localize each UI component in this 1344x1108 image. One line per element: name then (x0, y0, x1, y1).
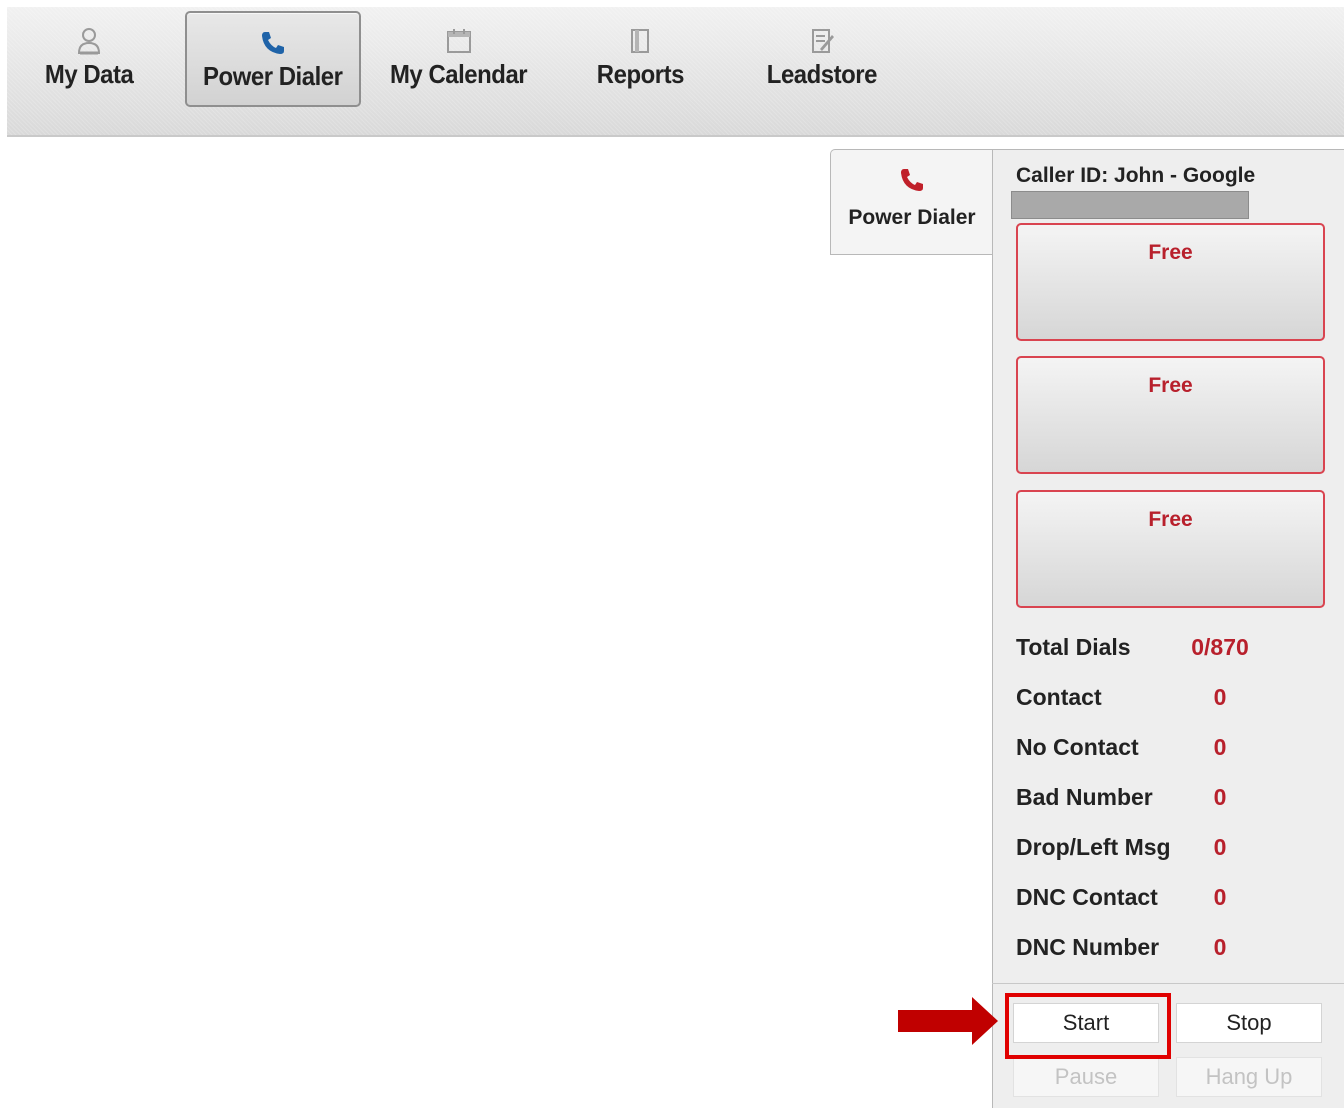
calendar-icon (445, 25, 473, 57)
stat-label-dnc-contact: DNC Contact (1016, 884, 1158, 910)
start-button-highlight (1005, 993, 1171, 1059)
stat-value-drop-left-msg: 0 (1213, 834, 1227, 860)
stat-label-drop-left-msg: Drop/Left Msg (1016, 834, 1171, 860)
line-status-1[interactable]: Free (1016, 223, 1325, 341)
caller-id-label: Caller ID: John - Google (1016, 164, 1256, 187)
leadstore-icon (808, 25, 836, 57)
stat-label-contact: Contact (1016, 684, 1102, 710)
nav-label: Leadstore (766, 59, 878, 89)
line-status-text: Free (1148, 508, 1193, 531)
stat-value-dnc-number: 0 (1213, 934, 1227, 960)
tab-label: Power Dialer (848, 206, 976, 229)
stat-value-dnc-contact: 0 (1213, 884, 1227, 910)
nav-label: My Calendar (390, 59, 528, 89)
arrow-right-icon (898, 997, 998, 1045)
tab-power-dialer[interactable]: Power Dialer (830, 149, 993, 255)
caller-id-redacted (1011, 191, 1249, 219)
line-status-3[interactable]: Free (1016, 490, 1325, 608)
hang-up-button[interactable]: Hang Up (1176, 1057, 1322, 1097)
top-navigation: My Data Power Dialer My Calendar Reports… (7, 7, 1344, 137)
stat-value-bad-number: 0 (1213, 784, 1227, 810)
nav-item-my-data[interactable]: My Data (15, 11, 163, 107)
nav-label: Power Dialer (203, 61, 343, 91)
phone-icon (898, 166, 926, 196)
pause-button[interactable]: Pause (1013, 1057, 1159, 1097)
phone-icon (259, 27, 287, 59)
stat-value-total-dials: 0/870 (1191, 634, 1249, 660)
line-status-2[interactable]: Free (1016, 356, 1325, 474)
stat-label-bad-number: Bad Number (1016, 784, 1153, 810)
nav-item-my-calendar[interactable]: My Calendar (379, 11, 539, 107)
divider (992, 983, 1344, 984)
nav-label: My Data (44, 59, 134, 89)
line-status-text: Free (1148, 241, 1193, 264)
stat-value-contact: 0 (1213, 684, 1227, 710)
line-status-text: Free (1148, 374, 1193, 397)
nav-label: Reports (596, 59, 684, 89)
nav-item-power-dialer[interactable]: Power Dialer (185, 11, 361, 107)
stat-label-dnc-number: DNC Number (1016, 934, 1160, 960)
nav-item-leadstore[interactable]: Leadstore (747, 11, 897, 107)
stat-label-no-contact: No Contact (1016, 734, 1139, 760)
report-icon (626, 25, 654, 57)
user-icon (76, 25, 102, 57)
nav-item-reports[interactable]: Reports (567, 11, 713, 107)
stat-label-total-dials: Total Dials (1016, 634, 1131, 660)
stop-button[interactable]: Stop (1176, 1003, 1322, 1043)
stat-value-no-contact: 0 (1213, 734, 1227, 760)
